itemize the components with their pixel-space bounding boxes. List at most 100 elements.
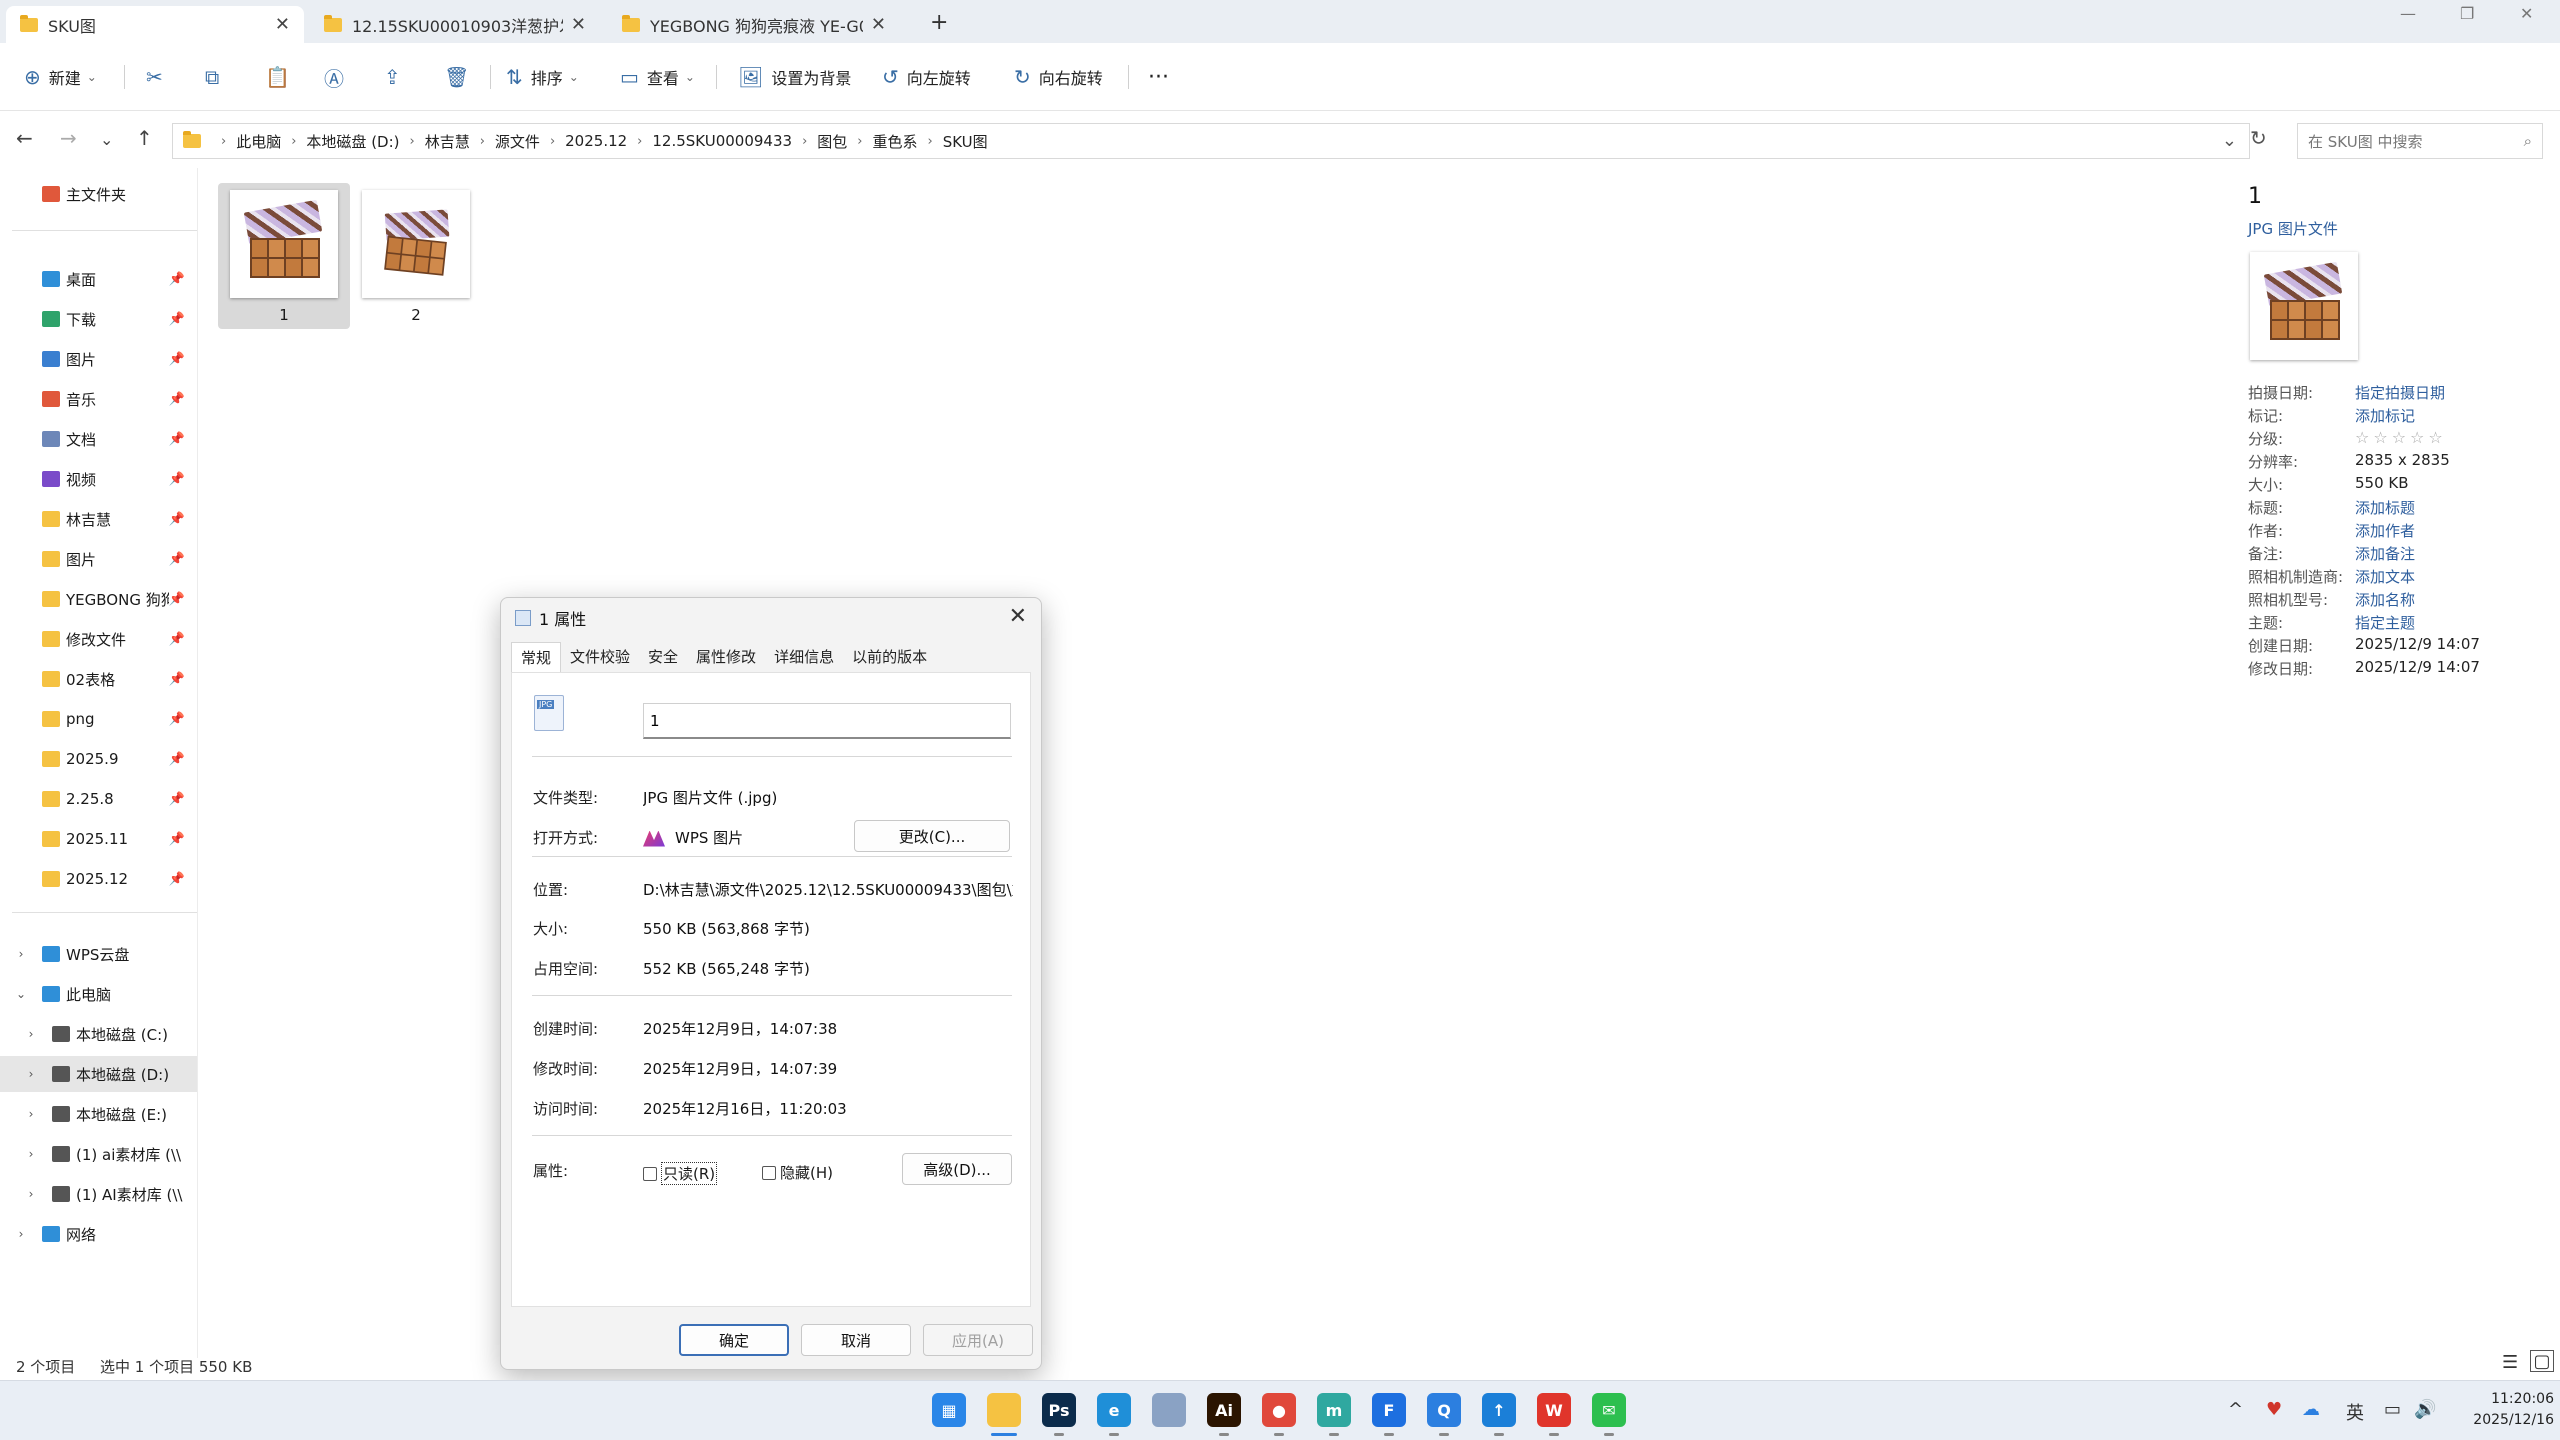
rating-stars[interactable]: ☆☆☆☆☆ [2355,428,2447,450]
set-background-button[interactable]: 🖼 设置为背景 [738,63,851,91]
sidebar-item-tree[interactable]: › 本地磁盘 (E:) [0,1096,197,1132]
expander-icon[interactable]: › [22,1107,40,1121]
breadcrumb-this-pc[interactable]: 此电脑 [236,131,281,152]
sidebar-item-tree[interactable]: › WPS云盘 [0,936,197,972]
taskbar-explorer-icon[interactable] [987,1393,1021,1427]
taskbar-illustrator-icon[interactable]: Ai [1207,1393,1241,1427]
breadcrumb-user[interactable]: 林吉慧 [425,131,470,152]
file-item-2[interactable]: 2 [350,183,482,329]
pin-icon[interactable]: 📌 [169,472,185,487]
filename-input[interactable] [643,703,1011,739]
sidebar-item-quick[interactable]: 音乐 📌 [0,381,197,417]
address-bar[interactable]: › 此电脑 › 本地磁盘 (D:) › 林吉慧 › 源文件 › 2025.12 … [172,123,2250,159]
close-icon[interactable]: ✕ [871,14,886,35]
pin-icon[interactable]: 📌 [169,592,185,607]
sidebar-item-quick[interactable]: 林吉慧 📌 [0,501,197,537]
close-icon[interactable]: ✕ [571,14,586,35]
pin-icon[interactable]: 📌 [169,832,185,847]
taskbar-search-app-icon[interactable]: Q [1427,1393,1461,1427]
expander-icon[interactable]: › [22,1027,40,1041]
tab-previous-versions[interactable]: 以前的版本 [843,642,936,672]
details-value[interactable]: 添加名称 [2355,589,2415,611]
sidebar-item-tree[interactable]: › (1) AI素材库 (\\ [0,1176,197,1212]
copy-button[interactable]: ⧉ [205,63,227,91]
tab-checksum[interactable]: 文件校验 [561,642,639,672]
file-item-1[interactable]: 1 [218,183,350,329]
sidebar-item-quick[interactable]: 2.25.8 📌 [0,781,197,817]
tab-details[interactable]: 详细信息 [765,642,843,672]
taskbar-wechat-icon[interactable]: ✉ [1592,1393,1626,1427]
sidebar-item-quick[interactable]: 文档 📌 [0,421,197,457]
sidebar-item-quick[interactable]: 2025.11 📌 [0,821,197,857]
taskbar-app-m-icon[interactable]: m [1317,1393,1351,1427]
tab-security[interactable]: 安全 [639,642,687,672]
sidebar-item-tree[interactable]: › (1) ai素材库 (\\ [0,1136,197,1172]
breadcrumb-source[interactable]: 源文件 [495,131,540,152]
speaker-icon[interactable]: 🔊 [2414,1399,2436,1420]
taskbar-photoshop-icon[interactable]: Ps [1042,1393,1076,1427]
taskbar-app-window-icon[interactable] [1152,1393,1186,1427]
back-button[interactable]: ← [16,126,33,150]
view-button[interactable]: ▭ 查看 ⌄ [620,63,695,91]
breadcrumb-dark[interactable]: 重色系 [872,131,917,152]
antivirus-icon[interactable]: ♥ [2266,1399,2282,1420]
pin-icon[interactable]: 📌 [169,712,185,727]
sidebar-item-quick[interactable]: 图片 📌 [0,541,197,577]
sidebar-item-tree[interactable]: › 网络 [0,1216,197,1252]
sidebar-item-quick[interactable]: 02表格 📌 [0,661,197,697]
details-value[interactable]: 添加备注 [2355,543,2415,565]
pin-icon[interactable]: 📌 [169,752,185,767]
sidebar-item-tree[interactable]: › 本地磁盘 (D:) [0,1056,197,1092]
expander-icon[interactable]: › [22,1067,40,1081]
breadcrumb-current[interactable]: SKU图 [943,131,988,152]
sidebar-item-home[interactable]: 主文件夹 [0,176,197,212]
sidebar-item-quick[interactable]: 下载 📌 [0,301,197,337]
details-value[interactable]: 添加文本 [2355,566,2415,588]
pin-icon[interactable]: 📌 [169,792,185,807]
tab-attr-modify[interactable]: 属性修改 [687,642,765,672]
rotate-right-button[interactable]: ↻ 向右旋转 [1014,63,1103,91]
up-button[interactable]: ↑ [136,126,153,150]
sort-button[interactable]: ⇅ 排序 ⌄ [506,63,579,91]
taskbar-edge-icon[interactable]: e [1097,1393,1131,1427]
expander-icon[interactable]: › [22,1147,40,1161]
ok-button[interactable]: 确定 [679,1324,789,1356]
pin-icon[interactable]: 📌 [169,352,185,367]
readonly-checkbox[interactable]: 只读(R) [643,1162,718,1185]
network-icon[interactable]: ▭ [2384,1399,2401,1420]
pin-icon[interactable]: 📌 [169,872,185,887]
list-view-icon[interactable]: ☰ [2502,1352,2518,1373]
expander-icon[interactable]: ⌄ [12,987,30,1001]
breadcrumb-drive-d[interactable]: 本地磁盘 (D:) [306,131,399,152]
rotate-left-button[interactable]: ↺ 向左旋转 [882,63,971,91]
details-value[interactable]: 指定拍摄日期 [2355,382,2445,404]
tab-yegbong[interactable]: YEGBONG 狗狗亮痕液 YE-G02- ✕ [608,6,900,43]
sidebar-item-tree[interactable]: › 本地磁盘 (C:) [0,1016,197,1052]
pin-icon[interactable]: 📌 [169,392,185,407]
expander-icon[interactable]: › [12,1227,30,1241]
taskbar-wps-icon[interactable]: W [1537,1393,1571,1427]
cut-button[interactable]: ✂ [146,63,171,91]
taskbar-app-upload-icon[interactable]: ↑ [1482,1393,1516,1427]
sidebar-item-quick[interactable]: 修改文件 📌 [0,621,197,657]
maximize-button[interactable]: ❐ [2460,4,2474,23]
close-window-button[interactable]: ✕ [2520,4,2533,23]
checkbox-box[interactable] [762,1165,776,1180]
clock[interactable]: 11:20:06 2025/12/16 [2444,1389,2554,1431]
new-tab-button[interactable]: + [930,10,948,35]
pin-icon[interactable]: 📌 [169,552,185,567]
pin-icon[interactable]: 📌 [169,512,185,527]
search-input[interactable]: 在 SKU图 中搜索 ⌕ [2297,123,2543,159]
share-button[interactable]: ⇪ [384,63,409,91]
taskbar-start-icon[interactable]: ▦ [932,1393,966,1427]
delete-button[interactable]: 🗑 [444,63,477,91]
refresh-button[interactable]: ↻ [2250,126,2267,150]
change-button[interactable]: 更改(C)... [854,820,1010,852]
expander-icon[interactable]: › [22,1187,40,1201]
pin-icon[interactable]: 📌 [169,432,185,447]
sidebar-item-quick[interactable]: 2025.12 📌 [0,861,197,897]
rename-button[interactable]: Ⓐ [324,63,352,91]
taskbar-app-f-icon[interactable]: F [1372,1393,1406,1427]
breadcrumb-sku[interactable]: 12.5SKU00009433 [652,132,792,150]
chevron-down-icon[interactable]: ⌄ [2222,130,2237,151]
